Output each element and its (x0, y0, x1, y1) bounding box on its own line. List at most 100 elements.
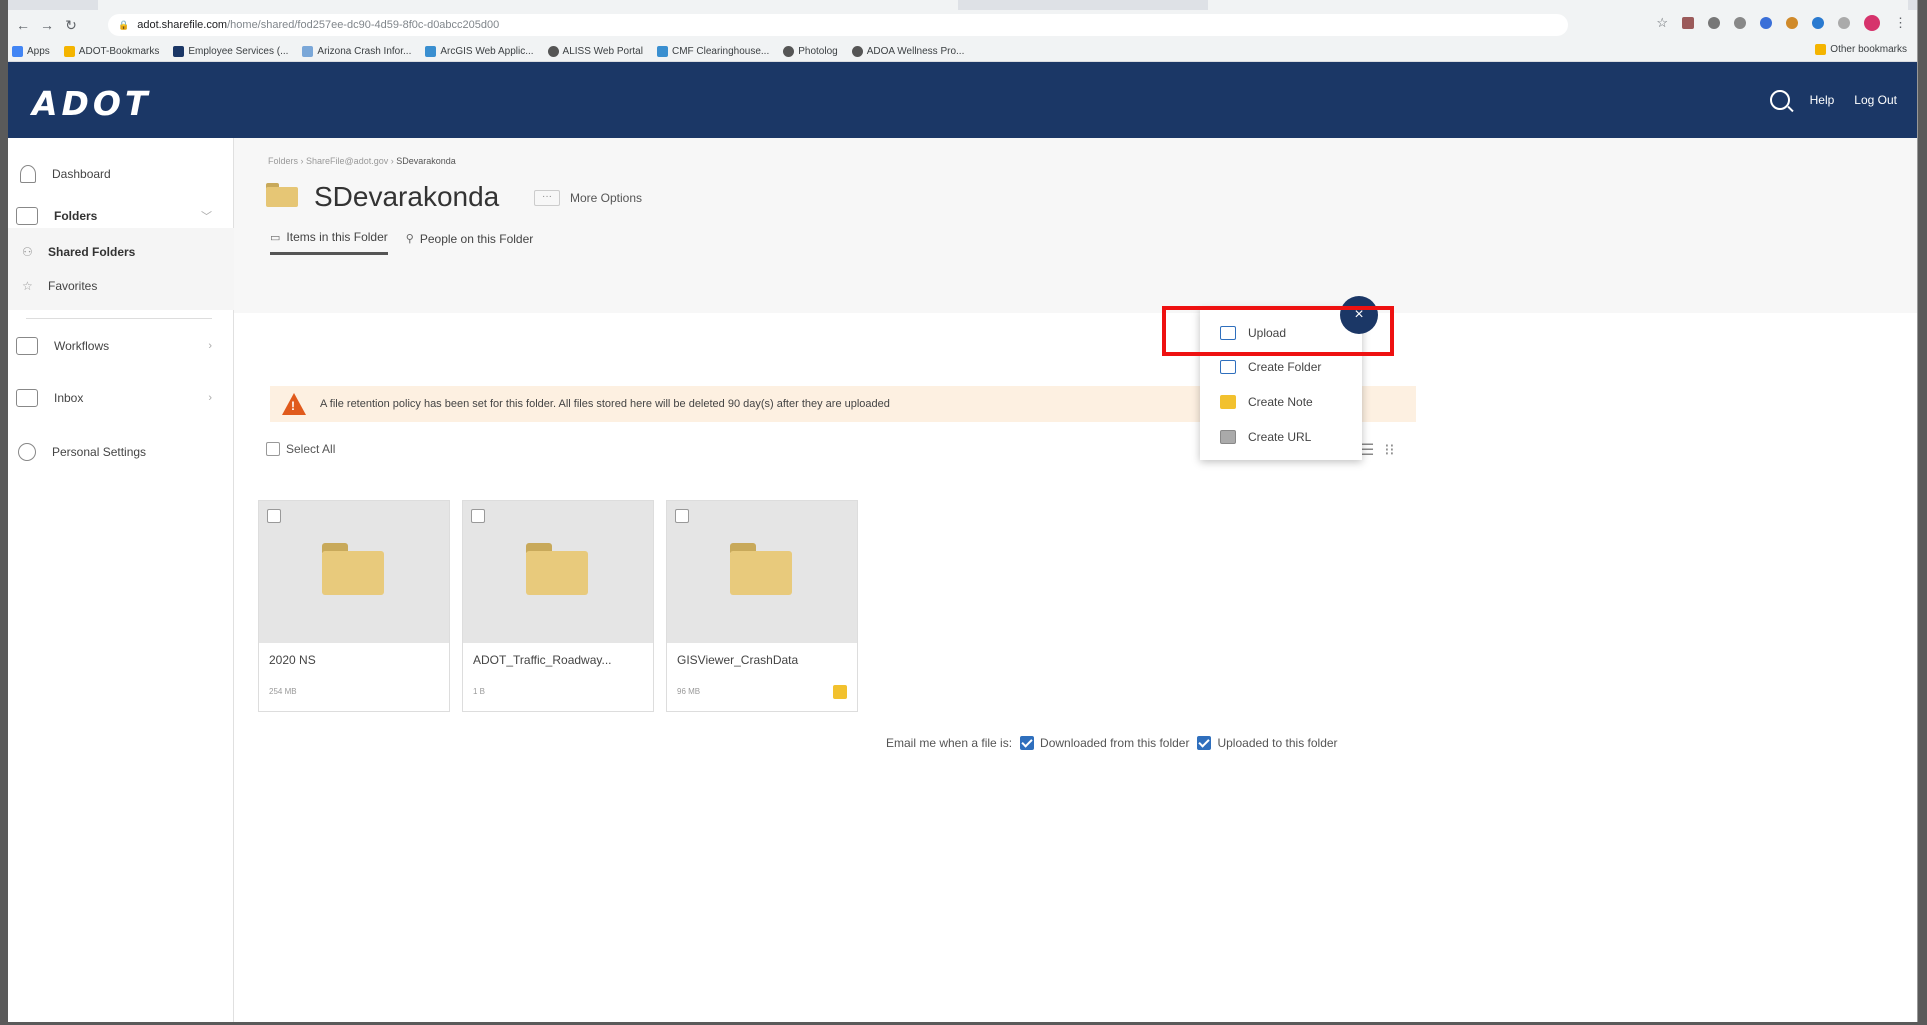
folder-thumbnail[interactable] (259, 501, 449, 643)
folder-icon-body (322, 551, 384, 595)
url-bar[interactable]: 🔒 adot.sharefile.com /home/shared/fod257… (108, 14, 1568, 36)
more-dots-icon: ··· (534, 190, 560, 206)
folder-icon (16, 207, 38, 225)
bookmark[interactable]: Employee Services (... (173, 45, 288, 57)
sidebar-item-folders[interactable]: Folders ﹀ (8, 196, 234, 236)
folder-icon (730, 543, 792, 595)
gear-icon (18, 443, 36, 461)
menu-item-create-folder[interactable]: Create Folder (1220, 356, 1321, 378)
menu-kebab-icon[interactable]: ⋮ (1894, 15, 1907, 31)
select-all[interactable]: Select All (266, 442, 335, 456)
upload-highlight-box (1162, 306, 1394, 356)
adot-logo[interactable]: ADOT (32, 84, 152, 123)
url-path: /home/shared/fod257ee-dc90-4d59-8f0c-d0a… (227, 19, 500, 31)
star-icon: ☆ (22, 279, 33, 293)
bookmark[interactable]: Photolog (783, 45, 838, 57)
sidebar: Dashboard Folders ﹀ ⚇ Shared Folders ☆ F… (8, 138, 234, 1022)
grid-view-icon[interactable]: ⁝⁝ (1384, 440, 1394, 460)
menu-item-create-note[interactable]: Create Note (1220, 391, 1313, 413)
reload-icon[interactable]: ↻ (62, 16, 80, 34)
address-row: ← → ↻ 🔒 adot.sharefile.com /home/shared/… (8, 12, 1917, 38)
bookmark[interactable]: Arizona Crash Infor... (302, 45, 411, 57)
extension-icon[interactable] (1760, 17, 1772, 29)
downloaded-checkbox[interactable] (1020, 736, 1035, 750)
globe-icon (547, 45, 559, 57)
chevron-down-icon[interactable]: ﹀ (201, 208, 212, 224)
shared-users-icon: ⚇ (22, 245, 33, 259)
bookmark-folder[interactable]: ADOT-Bookmarks (63, 45, 159, 57)
browser-tab[interactable] (1208, 0, 1908, 10)
browser-window: ← → ↻ 🔒 adot.sharefile.com /home/shared/… (8, 0, 1918, 1022)
bookmark[interactable]: ALISS Web Portal (547, 45, 643, 57)
browser-tab[interactable] (98, 0, 958, 10)
tab-items-in-folder[interactable]: ▭ Items in this Folder (270, 230, 388, 255)
logout-link[interactable]: Log Out (1854, 93, 1897, 107)
profile-avatar[interactable] (1864, 15, 1880, 31)
breadcrumb-root[interactable]: Folders (268, 156, 298, 166)
extension-icon[interactable] (1734, 17, 1746, 29)
lock-icon: 🔒 (118, 19, 130, 30)
folder-card[interactable]: ADOT_Traffic_Roadway... 1 B (462, 500, 654, 712)
email-notification-settings: Email me when a file is: Downloaded from… (886, 736, 1338, 750)
folder-thumbnail[interactable] (667, 501, 857, 643)
menu-item-create-url[interactable]: Create URL (1220, 426, 1311, 448)
sidebar-item-workflows[interactable]: Workflows › (8, 326, 234, 366)
extension-icon[interactable] (1812, 17, 1824, 29)
sidebar-item-personal-settings[interactable]: Personal Settings (8, 432, 234, 472)
bookmark-apps[interactable]: Apps (12, 45, 50, 57)
other-bookmarks[interactable]: Other bookmarks (1815, 44, 1907, 55)
item-checkbox[interactable] (267, 509, 281, 523)
breadcrumb-parent[interactable]: ShareFile@adot.gov (306, 156, 388, 166)
folder-icon (63, 45, 75, 57)
chevron-right-icon[interactable]: › (208, 340, 212, 352)
item-name[interactable]: GISViewer_CrashData (677, 653, 798, 667)
bookmark[interactable]: ADOA Wellness Pro... (851, 45, 964, 57)
extension-icon[interactable] (1708, 17, 1720, 29)
breadcrumb: Folders › ShareFile@adot.gov › SDevarako… (268, 156, 456, 166)
sidebar-item-favorites[interactable]: ☆ Favorites (8, 272, 234, 300)
apps-grid-icon (12, 45, 23, 57)
person-add-icon: ⚲ (405, 233, 414, 245)
select-all-checkbox[interactable] (266, 442, 280, 456)
tab-people-on-folder[interactable]: ⚲ People on this Folder (406, 230, 533, 255)
folder-card[interactable]: GISViewer_CrashData 96 MB (666, 500, 858, 712)
item-size: 1 B (473, 687, 486, 696)
item-name[interactable]: ADOT_Traffic_Roadway... (473, 653, 612, 667)
bookmarks-bar: Apps ADOT-Bookmarks Employee Services (.… (8, 40, 1917, 62)
bookmark[interactable]: ArcGIS Web Applic... (425, 45, 534, 57)
folder-icon (526, 543, 588, 595)
item-checkbox[interactable] (675, 509, 689, 523)
star-icon[interactable]: ☆ (1656, 15, 1668, 31)
extension-icon[interactable] (1838, 17, 1850, 29)
search-icon[interactable] (1769, 90, 1790, 110)
downloaded-label: Downloaded from this folder (1040, 736, 1190, 750)
globe-icon (851, 45, 863, 57)
help-link[interactable]: Help (1810, 93, 1835, 107)
bookmark[interactable]: CMF Clearinghouse... (656, 45, 769, 57)
sidebar-item-shared-folders[interactable]: ⚇ Shared Folders (8, 238, 234, 266)
more-options-button[interactable]: ··· More Options (534, 190, 642, 206)
back-icon[interactable]: ← (14, 16, 32, 34)
header-actions: Help Log Out (1769, 90, 1897, 110)
chevron-right-icon[interactable]: › (208, 392, 212, 404)
folder-icon (266, 183, 298, 207)
item-size: 96 MB (677, 687, 701, 696)
folder-thumbnail[interactable] (463, 501, 653, 643)
sidebar-item-dashboard[interactable]: Dashboard (8, 154, 234, 194)
note-badge-icon[interactable] (833, 685, 847, 699)
item-checkbox[interactable] (471, 509, 485, 523)
sidebar-divider (26, 318, 212, 319)
folder-icon (1220, 360, 1236, 374)
uploaded-label: Uploaded to this folder (1217, 736, 1338, 750)
folder-card[interactable]: 2020 NS 254 MB (258, 500, 450, 712)
list-view-icon[interactable]: ☰ (1360, 440, 1374, 460)
site-icon (302, 45, 314, 57)
item-name[interactable]: 2020 NS (269, 653, 316, 667)
tab-strip (8, 0, 1917, 10)
extension-icon[interactable] (1786, 17, 1798, 29)
extension-icon[interactable] (1682, 17, 1694, 29)
mail-icon (16, 389, 38, 407)
sidebar-item-inbox[interactable]: Inbox › (8, 378, 234, 418)
uploaded-checkbox[interactable] (1197, 736, 1212, 750)
forward-icon[interactable]: → (38, 16, 56, 34)
